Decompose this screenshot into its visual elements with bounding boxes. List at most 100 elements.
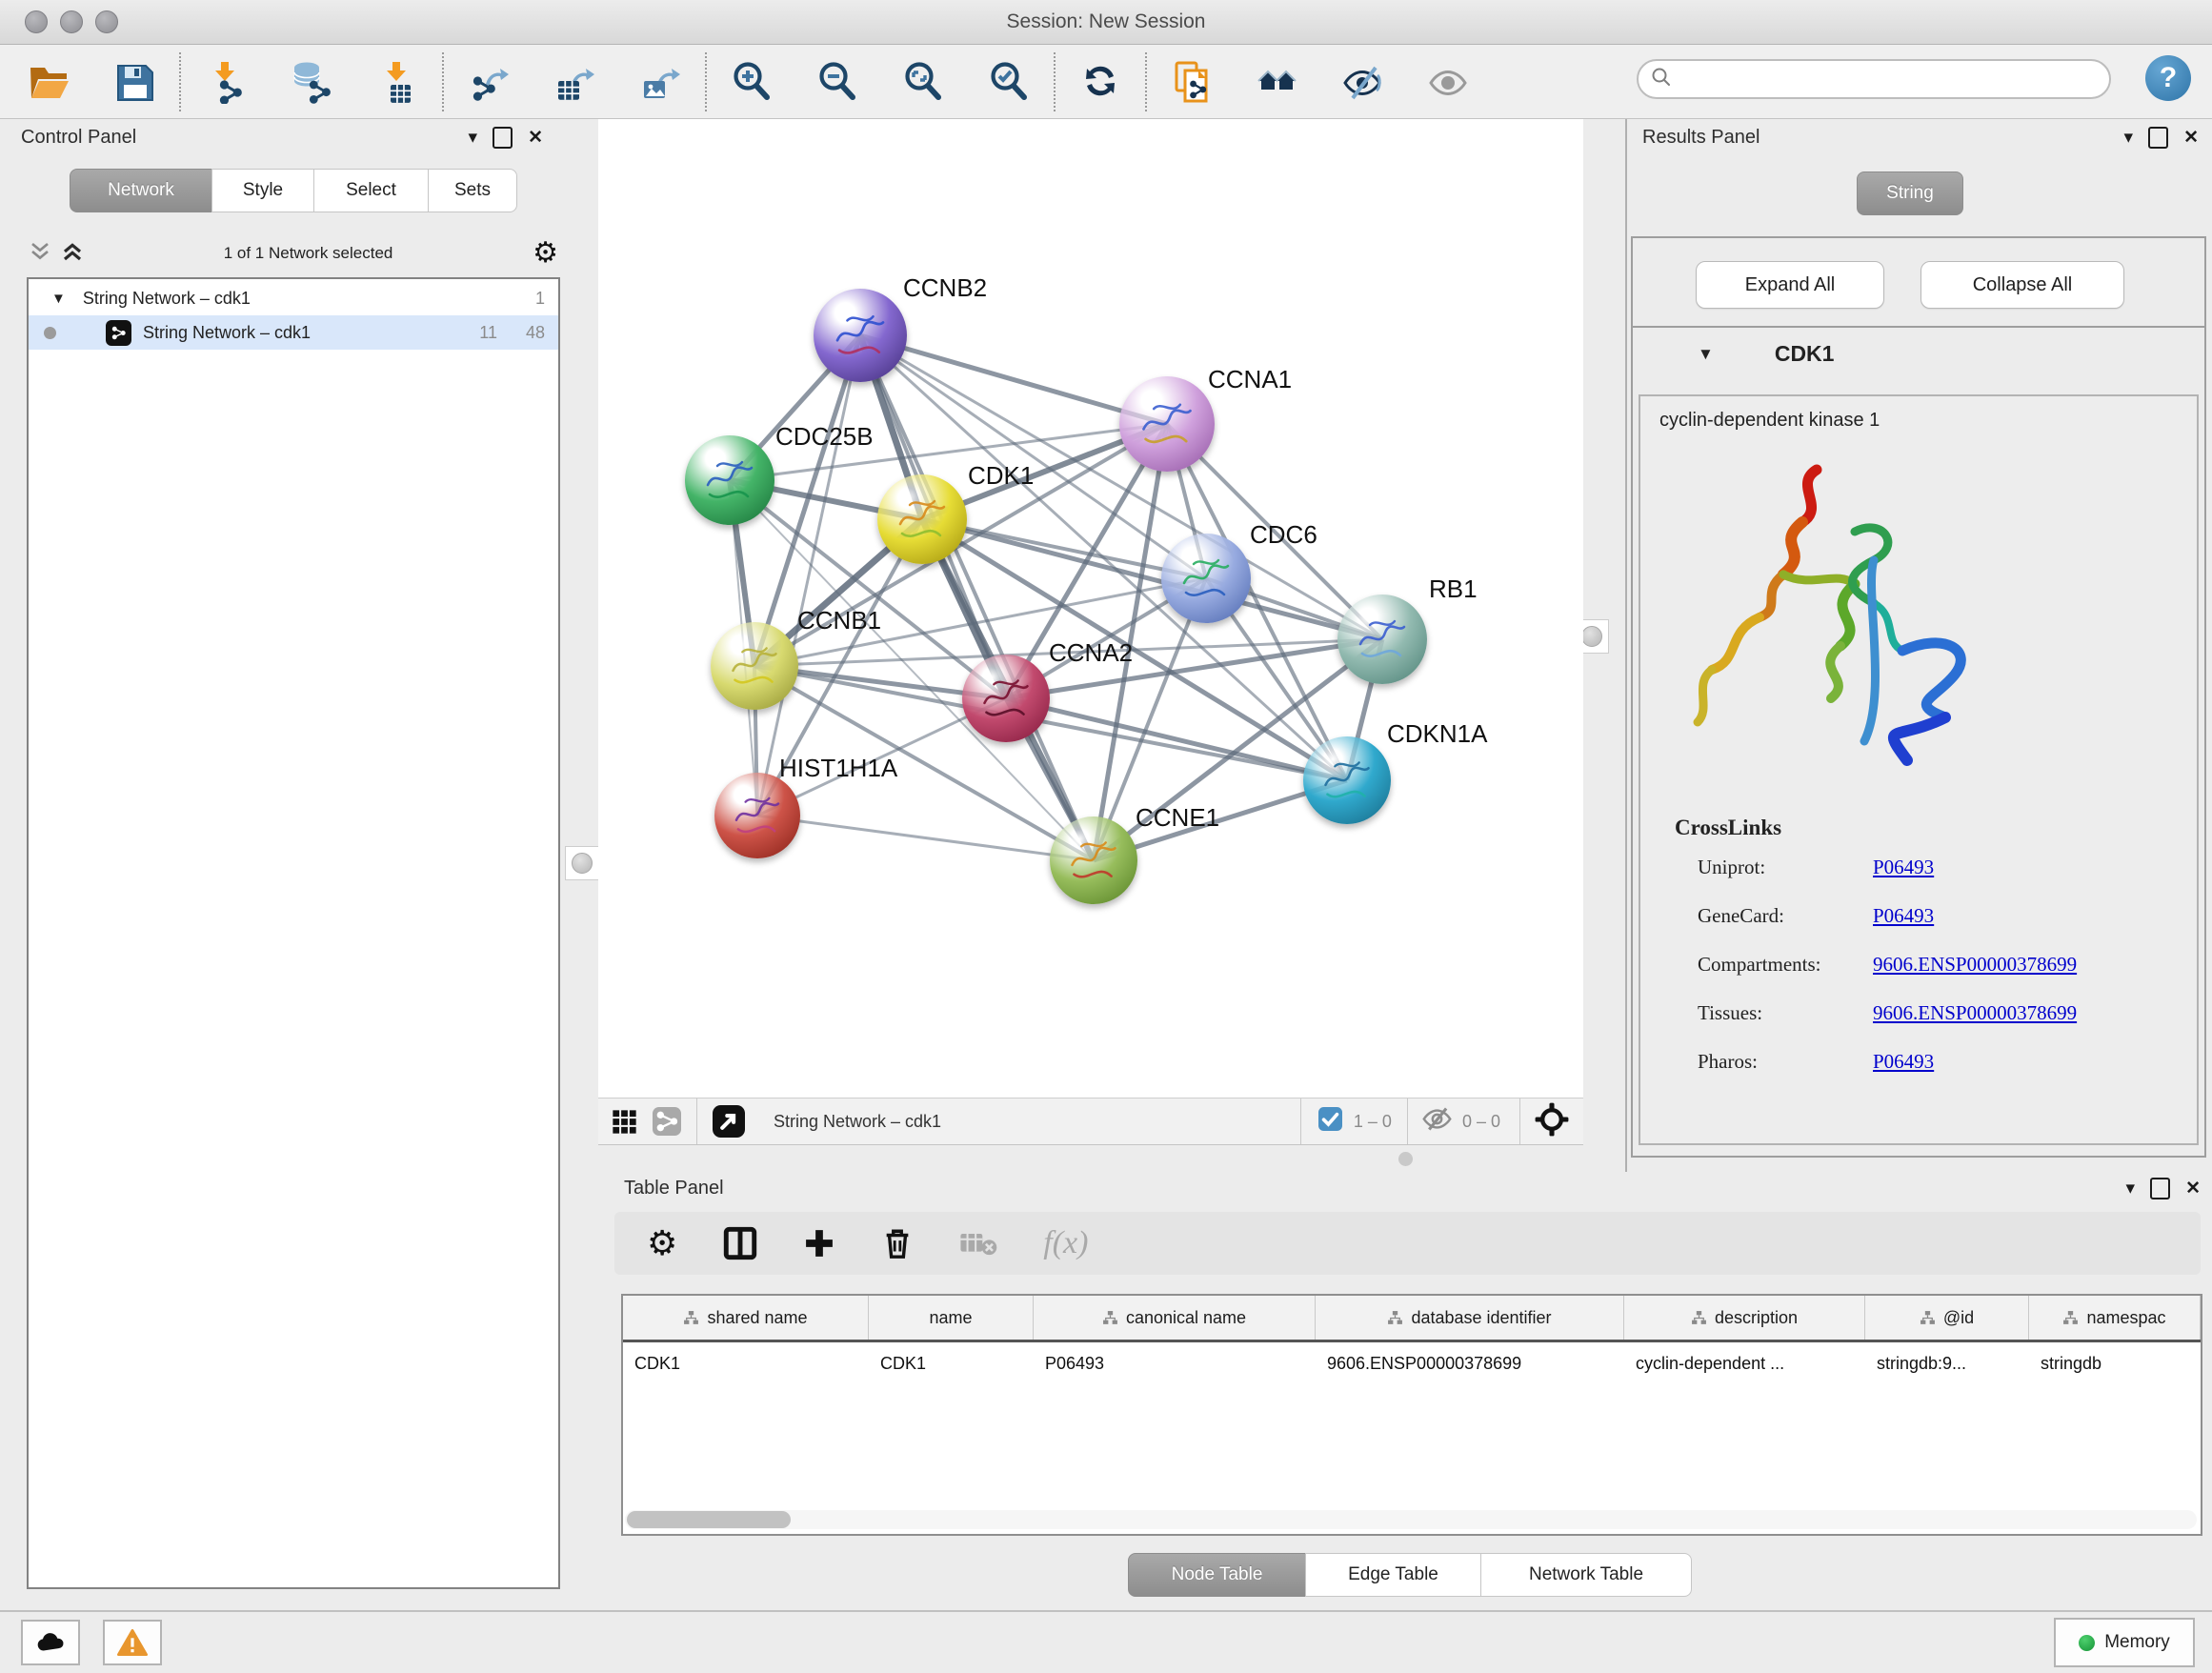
zoom-in-icon[interactable]	[728, 58, 775, 106]
column-header-@id[interactable]: @id	[1865, 1296, 2029, 1340]
memory-button[interactable]: Memory	[2054, 1618, 2195, 1667]
network-node-CDC25B[interactable]	[685, 435, 774, 525]
column-header-namespac[interactable]: namespac	[2029, 1296, 2201, 1340]
search-input[interactable]	[1673, 69, 2086, 91]
help-button[interactable]: ?	[2145, 55, 2191, 101]
window-zoom-button[interactable]	[95, 10, 118, 33]
column-header-shared-name[interactable]: shared name	[623, 1296, 869, 1340]
network-node-CCNE1[interactable]	[1050, 816, 1137, 904]
expand-all-icon[interactable]	[61, 240, 84, 268]
cdk1-expander-icon[interactable]: ▼	[1698, 345, 1714, 364]
zoom-selected-icon[interactable]	[985, 58, 1033, 106]
control-panel-float-icon[interactable]	[493, 127, 513, 149]
table-panel-close-icon[interactable]: ✕	[2185, 1179, 2201, 1198]
column-header-database-identifier[interactable]: database identifier	[1316, 1296, 1624, 1340]
search-box[interactable]	[1637, 59, 2111, 99]
selected-checkbox-icon[interactable]	[1318, 1107, 1342, 1136]
crosslink-link[interactable]: 9606.ENSP00000378699	[1873, 1001, 2077, 1025]
table-panel-menu-icon[interactable]: ▾	[2126, 1179, 2136, 1198]
network-edge-CCNE1-HIST1H1A[interactable]	[757, 816, 1094, 860]
open-view-icon[interactable]	[713, 1105, 745, 1138]
table-cell[interactable]: CDK1	[869, 1354, 1034, 1374]
network-node-RB1[interactable]	[1337, 595, 1427, 684]
hide-panel-icon[interactable]	[1339, 58, 1387, 106]
tab-select[interactable]: Select	[313, 169, 429, 212]
network-share-icon[interactable]	[653, 1107, 681, 1136]
collapse-all-button[interactable]: Collapse All	[1920, 261, 2124, 309]
control-panel-menu-icon[interactable]: ▾	[469, 129, 478, 147]
table-cell[interactable]: 9606.ENSP00000378699	[1316, 1354, 1624, 1374]
import-table-from-file-icon[interactable]	[373, 58, 421, 106]
save-session-icon[interactable]	[111, 58, 158, 106]
tab-style[interactable]: Style	[211, 169, 314, 212]
window-minimize-button[interactable]	[60, 10, 83, 33]
open-file-icon[interactable]	[25, 58, 72, 106]
window-close-button[interactable]	[25, 10, 48, 33]
crosslink-link[interactable]: P06493	[1873, 856, 1934, 879]
export-network-icon[interactable]	[465, 58, 513, 106]
zoom-fit-content-icon[interactable]	[899, 58, 947, 106]
table-scrollbar-thumb[interactable]	[627, 1511, 791, 1528]
crosslink-link[interactable]: 9606.ENSP00000378699	[1873, 953, 2077, 977]
export-image-icon[interactable]	[636, 58, 684, 106]
export-table-icon[interactable]	[551, 58, 598, 106]
table-cell[interactable]: P06493	[1034, 1354, 1316, 1374]
network-collection-row[interactable]: ▼ String Network – cdk1 1	[29, 279, 558, 315]
zoom-out-icon[interactable]	[814, 58, 861, 106]
network-node-HIST1H1A[interactable]	[714, 773, 800, 858]
network-node-CDKN1A[interactable]	[1303, 736, 1391, 824]
column-header-name[interactable]: name	[869, 1296, 1034, 1340]
bottom-splitter[interactable]	[598, 1145, 1625, 1172]
import-network-from-database-icon[interactable]	[288, 58, 335, 106]
column-header-canonical-name[interactable]: canonical name	[1034, 1296, 1316, 1340]
table-cell[interactable]: CDK1	[623, 1354, 869, 1374]
show-columns-icon[interactable]	[723, 1226, 757, 1260]
table-row[interactable]: CDK1CDK1P064939606.ENSP00000378699cyclin…	[623, 1342, 2201, 1384]
results-panel-close-icon[interactable]: ✕	[2183, 129, 2199, 147]
network-canvas[interactable]: CCNB2 CCNA1 CDC25B CDK1 CDC6 RB1 CCNB1 C…	[598, 119, 1583, 1098]
expand-all-button[interactable]: Expand All	[1696, 261, 1884, 309]
tab-sets[interactable]: Sets	[428, 169, 517, 212]
network-node-CCNA2[interactable]	[962, 655, 1050, 742]
network-edge-CCNB2-HIST1H1A[interactable]	[757, 335, 860, 816]
table-cell[interactable]: stringdb:9...	[1865, 1354, 2029, 1374]
crosslink-link[interactable]: P06493	[1873, 1050, 1934, 1074]
collection-expander-icon[interactable]: ▼	[51, 291, 66, 307]
birdseye-toggle-icon[interactable]	[1534, 1101, 1570, 1142]
network-node-CDC6[interactable]	[1161, 534, 1251, 623]
table-options-gear-icon[interactable]: ⚙	[647, 1226, 677, 1260]
hidden-eye-icon[interactable]	[1421, 1103, 1453, 1139]
delete-column-icon[interactable]	[881, 1227, 914, 1260]
table-cell[interactable]: cyclin-dependent ...	[1624, 1354, 1865, 1374]
cloud-button[interactable]	[21, 1620, 80, 1665]
results-panel-float-icon[interactable]	[2148, 127, 2168, 149]
table-cell[interactable]: stringdb	[2029, 1354, 2201, 1374]
import-network-from-file-icon[interactable]	[202, 58, 250, 106]
network-row-selected[interactable]: String Network – cdk1 11 48	[29, 315, 558, 350]
add-column-icon[interactable]	[803, 1227, 835, 1260]
network-options-gear-icon[interactable]: ⚙	[533, 239, 558, 268]
tab-edge-table[interactable]: Edge Table	[1305, 1553, 1481, 1597]
duplicate-network-icon[interactable]	[1168, 58, 1216, 106]
table-panel-float-icon[interactable]	[2150, 1178, 2170, 1199]
tab-node-table[interactable]: Node Table	[1128, 1553, 1306, 1597]
tab-network-table[interactable]: Network Table	[1480, 1553, 1692, 1597]
crosslink-link[interactable]: P06493	[1873, 904, 1934, 928]
network-node-CCNB1[interactable]	[711, 622, 798, 710]
results-panel-menu-icon[interactable]: ▾	[2124, 129, 2134, 147]
tab-string[interactable]: String	[1857, 171, 1963, 215]
show-welcome-icon[interactable]	[1254, 58, 1301, 106]
bottom-splitter-grip[interactable]	[1398, 1152, 1413, 1166]
left-splitter-grip[interactable]	[565, 846, 599, 880]
network-node-CDK1[interactable]	[877, 474, 967, 564]
control-panel-close-icon[interactable]: ✕	[528, 129, 543, 147]
network-node-CCNB2[interactable]	[814, 289, 907, 382]
tab-network[interactable]: Network	[70, 169, 212, 212]
network-node-CCNA1[interactable]	[1119, 376, 1215, 472]
grid-view-icon[interactable]	[612, 1109, 637, 1135]
table-horizontal-scrollbar[interactable]	[625, 1510, 2197, 1529]
collapse-all-icon[interactable]	[29, 240, 51, 268]
column-header-description[interactable]: description	[1624, 1296, 1865, 1340]
network-edge-CCNA2-CDKN1A[interactable]	[1006, 698, 1347, 780]
apply-preferred-layout-icon[interactable]	[1076, 58, 1124, 106]
